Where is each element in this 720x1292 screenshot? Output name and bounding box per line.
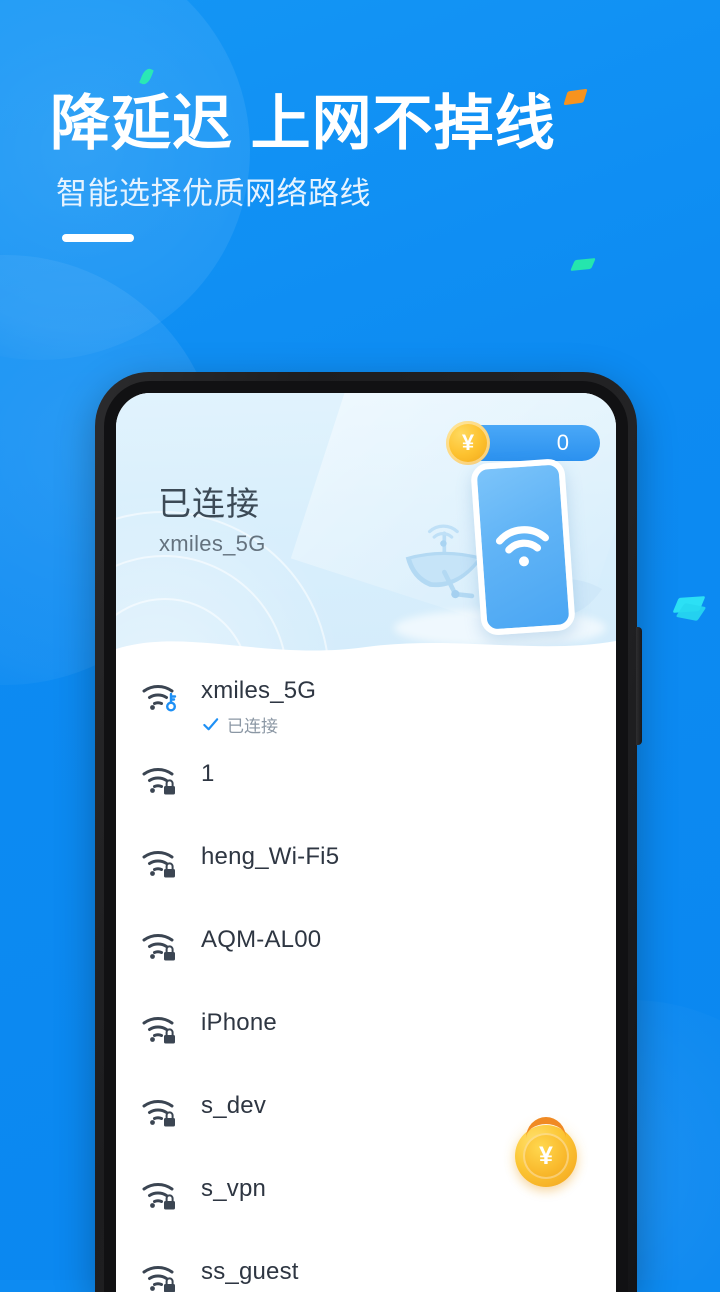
wifi-item-text-block: ss_guest — [201, 1258, 299, 1286]
wifi-ssid-label: s_vpn — [201, 1175, 267, 1202]
wifi-list-item[interactable]: iPhone — [116, 997, 616, 1080]
yen-coin-icon: ¥ — [523, 1133, 569, 1179]
wifi-list-item[interactable]: ss_guest — [116, 1246, 616, 1292]
wifi-lock-icon — [141, 764, 183, 801]
wifi-list-item[interactable]: xmiles_5G 已连接 — [116, 665, 616, 748]
wifi-ssid-label: s_dev — [201, 1092, 267, 1119]
wifi-item-text-block: AQM-AL00 — [201, 926, 321, 954]
wifi-lock-icon — [141, 1096, 183, 1133]
wifi-item-text-block: s_vpn — [201, 1175, 266, 1203]
wifi-phone-satellite-illustration — [394, 449, 606, 649]
wifi-ssid-label: 1 — [201, 760, 215, 787]
wifi-lock-icon — [141, 1262, 183, 1292]
coin-arc-decoration — [526, 1117, 566, 1138]
phone-side-button — [636, 627, 642, 745]
connection-status-title: 已连接 — [158, 485, 260, 522]
wifi-item-text-block: 1 — [201, 760, 215, 788]
wifi-ssid-label: ss_guest — [201, 1258, 299, 1285]
promo-underline-bar — [62, 233, 134, 242]
wifi-status-text: 已连接 — [227, 716, 278, 736]
confetti-diamond-cyan-upper — [570, 257, 596, 272]
wifi-connected-status: 已连接 — [201, 712, 316, 737]
wifi-key-icon — [141, 681, 183, 718]
phone-mockup: 已连接 xmiles_5G ¥ 0 xmiles_5G 已连接 1 heng_W… — [95, 372, 642, 1292]
connected-ssid-label: xmiles_5G — [159, 531, 266, 556]
wifi-list-item[interactable]: AQM-AL00 — [116, 914, 616, 997]
promo-subheadline: 智能选择优质网络路线 — [56, 175, 371, 211]
floating-reward-button[interactable]: ¥ — [502, 1112, 590, 1200]
wifi-list-item[interactable]: 1 — [116, 748, 616, 831]
wifi-ssid-label: iPhone — [201, 1009, 277, 1036]
wifi-list-item[interactable]: heng_Wi-Fi5 — [116, 831, 616, 914]
phone-screen: 已连接 xmiles_5G ¥ 0 xmiles_5G 已连接 1 heng_W… — [116, 393, 616, 1292]
wifi-lock-icon — [141, 1013, 183, 1050]
wifi-lock-icon — [141, 847, 183, 884]
wifi-ssid-label: xmiles_5G — [201, 677, 317, 704]
wifi-item-text-block: s_dev — [201, 1092, 266, 1120]
promo-text-block: 降延迟 上网不掉线 智能选择优质网络路线 — [50, 90, 690, 242]
promo-headline: 降延迟 上网不掉线 — [50, 90, 556, 157]
wifi-item-text-block: iPhone — [201, 1009, 277, 1037]
wifi-icon — [495, 526, 550, 567]
check-icon — [201, 715, 220, 734]
wifi-ssid-label: heng_Wi-Fi5 — [201, 843, 340, 870]
connection-status-card: 已连接 xmiles_5G ¥ 0 — [116, 393, 616, 659]
illustration-phone-body — [470, 457, 576, 637]
wifi-lock-icon — [141, 1179, 183, 1216]
wifi-lock-icon — [141, 930, 183, 967]
wifi-ssid-label: AQM-AL00 — [201, 926, 322, 953]
wifi-item-text-block: xmiles_5G 已连接 — [201, 677, 316, 737]
wifi-item-text-block: heng_Wi-Fi5 — [201, 843, 339, 871]
